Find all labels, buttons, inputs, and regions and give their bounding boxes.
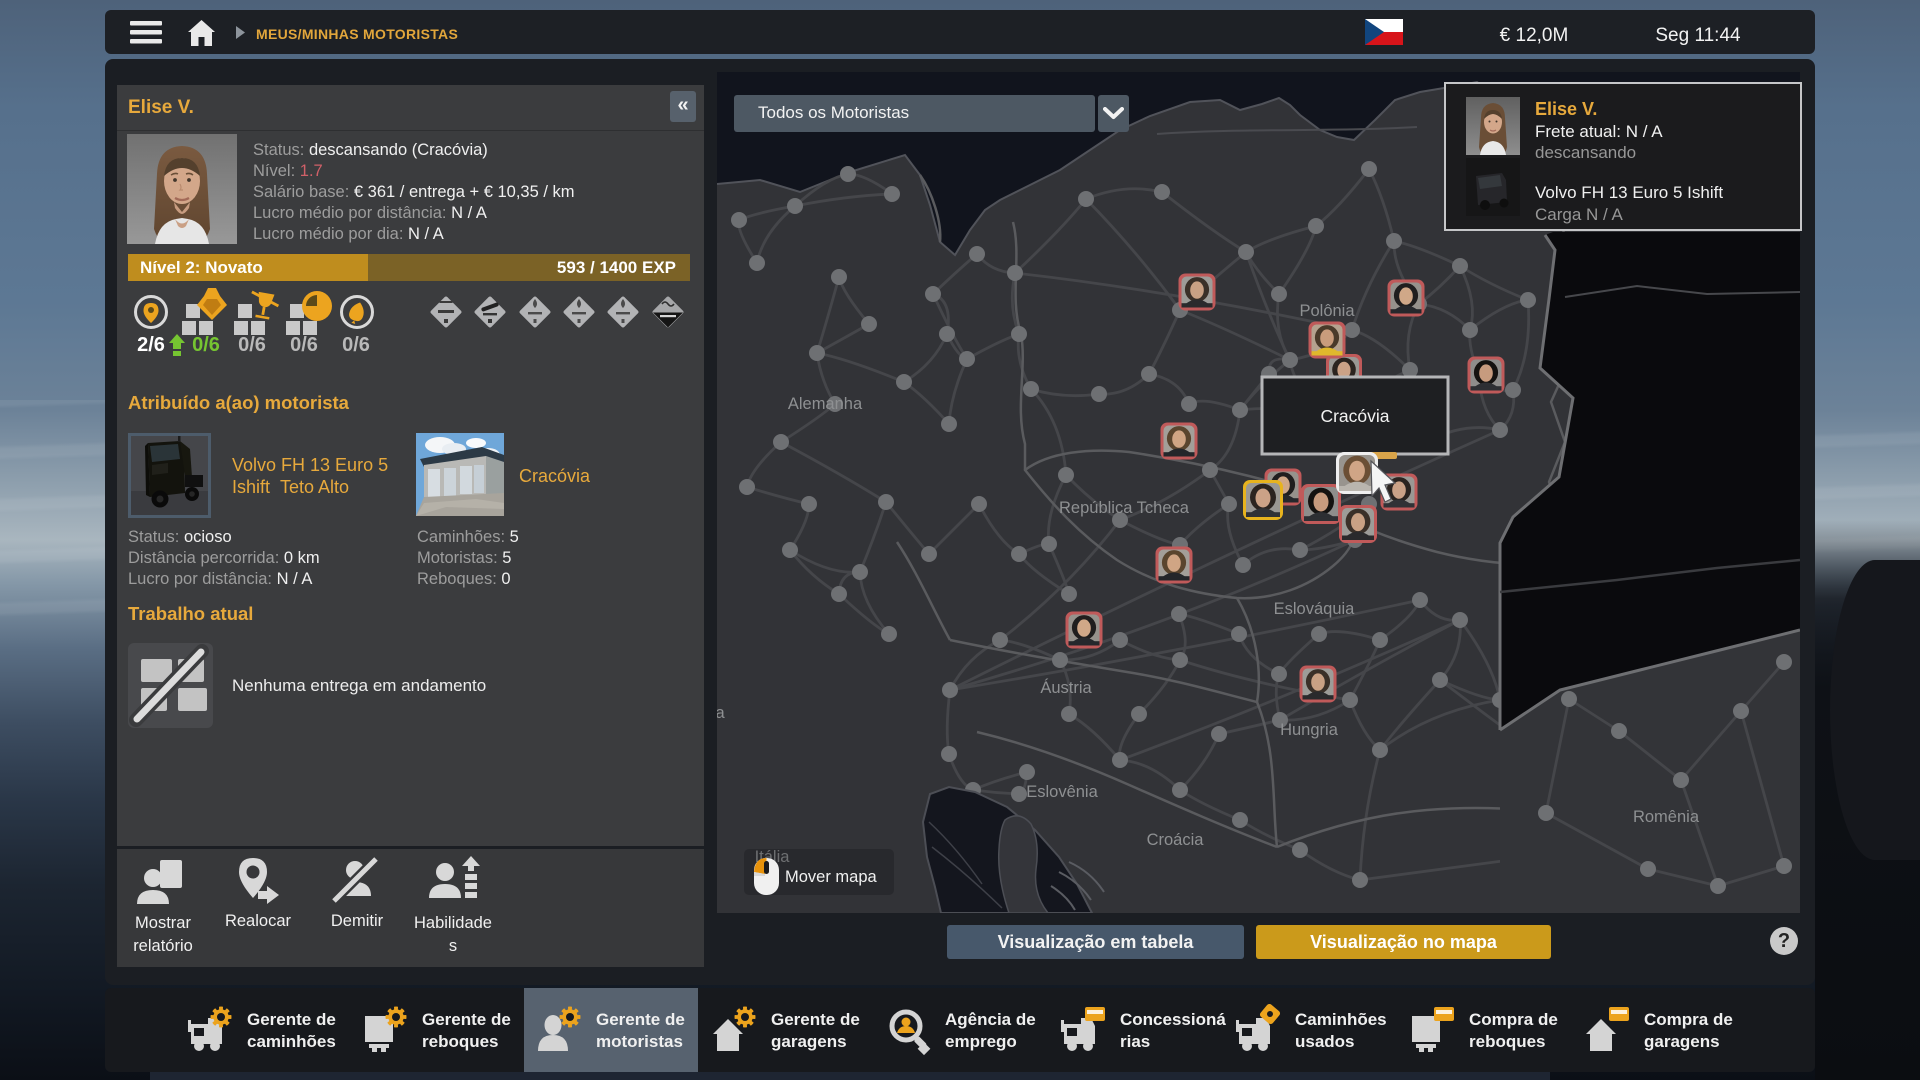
- svg-text:Eslovênia: Eslovênia: [1026, 783, 1098, 801]
- svg-text:República Tcheca: República Tcheca: [1059, 499, 1190, 517]
- svg-text:Romênia: Romênia: [1633, 808, 1700, 826]
- svg-text:Áustria: Áustria: [1040, 678, 1092, 697]
- svg-text:França: França: [717, 704, 725, 722]
- svg-text:Hungria: Hungria: [1280, 721, 1339, 739]
- svg-text:Eslováquia: Eslováquia: [1274, 600, 1356, 618]
- svg-text:Polônia: Polônia: [1299, 302, 1355, 320]
- svg-text:Alemanha: Alemanha: [788, 395, 863, 413]
- svg-text:Cracóvia: Cracóvia: [1320, 406, 1389, 426]
- svg-text:Croácia: Croácia: [1147, 831, 1205, 849]
